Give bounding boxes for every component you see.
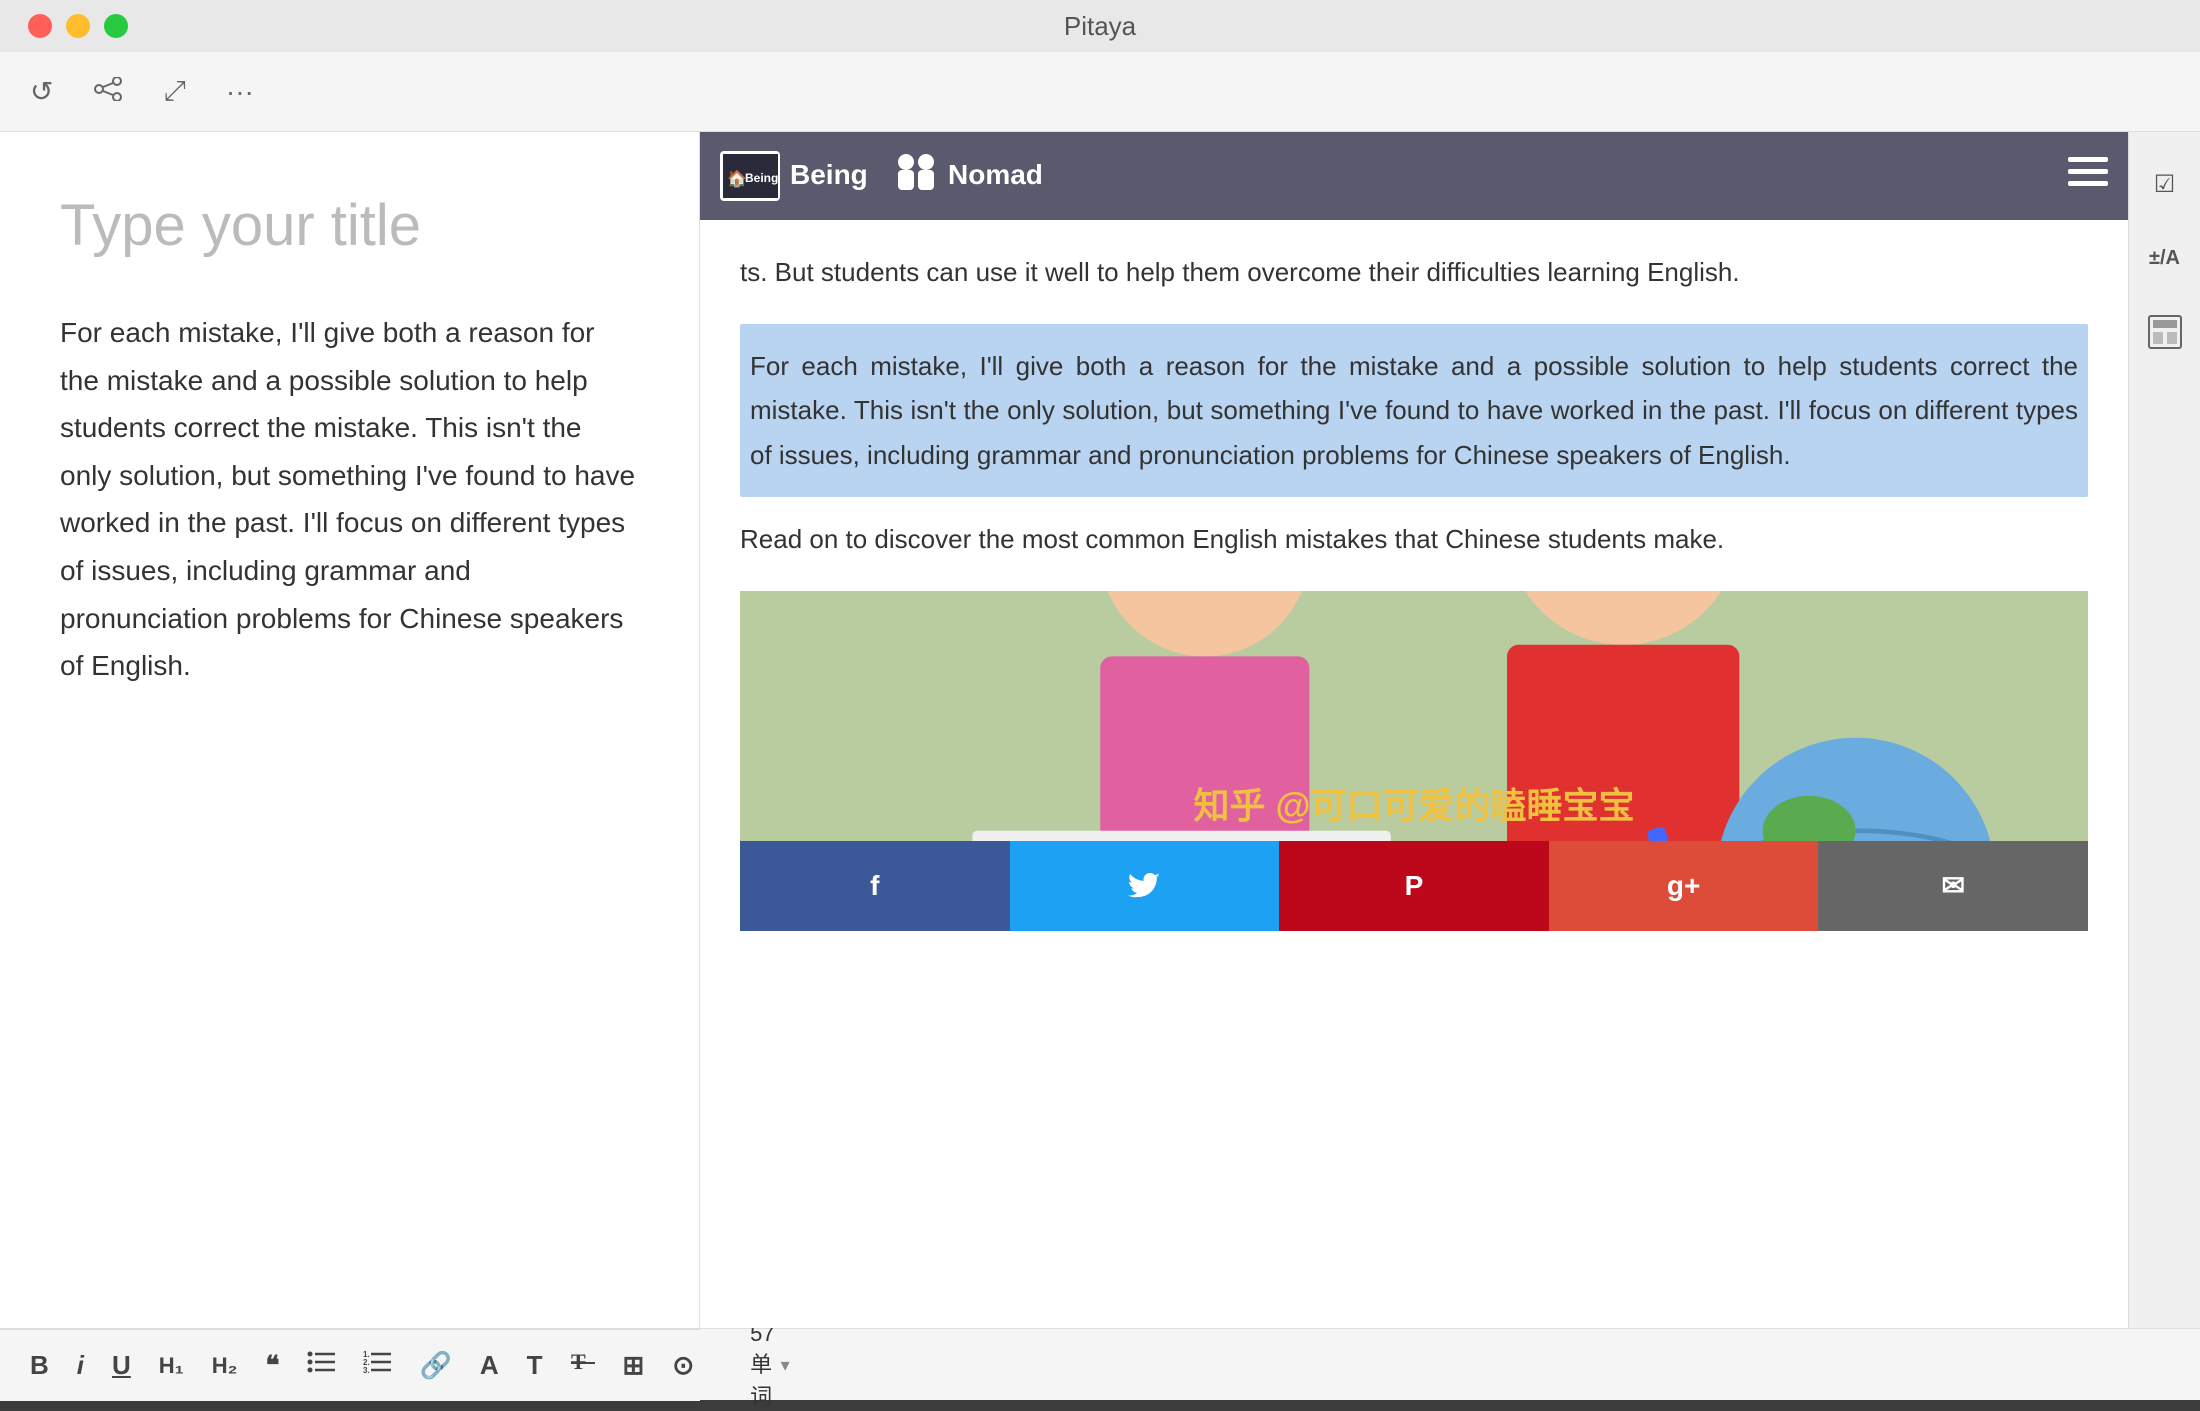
app-title: Pitaya: [1064, 11, 1136, 42]
highlighted-text: For each mistake, I'll give both a reaso…: [740, 324, 2088, 497]
hamburger-menu[interactable]: [2068, 157, 2108, 195]
read-on-text: Read on to discover the most common Engl…: [740, 517, 2088, 561]
browser-content: ts. But students can use it well to help…: [700, 220, 2128, 1188]
facebook-share[interactable]: f: [740, 841, 1010, 931]
svg-text:🏠: 🏠: [727, 170, 747, 188]
fullscreen-button[interactable]: [104, 14, 128, 38]
main-area: Type your title For each mistake, I'll g…: [0, 132, 2200, 1328]
expand-icon[interactable]: ⤢: [163, 75, 185, 108]
article-photo: 知乎 @可口可爱的瞌睡宝宝 f P g+ ✉: [740, 591, 2088, 931]
minimize-button[interactable]: [66, 14, 90, 38]
image-icon[interactable]: ⊞: [623, 1350, 645, 1381]
email-share[interactable]: ✉: [1818, 841, 2088, 931]
right-sidebar: ☑ ±/A: [2128, 132, 2200, 1328]
article-image: 知乎 @可口可爱的瞌睡宝宝 f P g+ ✉: [740, 591, 2088, 931]
svg-text:Being: Being: [745, 171, 778, 185]
word-count-number: 57 单词: [750, 1321, 774, 1411]
document-body[interactable]: For each mistake, I'll give both a reaso…: [60, 309, 639, 690]
ordered-list-icon[interactable]: 1. 2. 3.: [363, 1350, 391, 1381]
close-button[interactable]: [28, 14, 52, 38]
titlebar: Pitaya: [0, 0, 2200, 52]
word-count[interactable]: 57 单词 ▾: [750, 1321, 790, 1411]
bottom-toolbar: B i U H₁ H₂ ❝ 1. 2. 3.: [0, 1329, 700, 1401]
bold-icon[interactable]: B: [30, 1350, 49, 1381]
quote-icon[interactable]: ❝: [265, 1350, 279, 1381]
twitter-share[interactable]: [1010, 841, 1280, 931]
top-toolbar: ↺ ⤢ ···: [0, 52, 2200, 132]
social-share-bar: f P g+ ✉: [740, 841, 2088, 931]
traffic-lights: [28, 14, 128, 38]
underline-icon[interactable]: U: [112, 1350, 131, 1381]
text-color-icon[interactable]: A: [480, 1350, 499, 1381]
template-icon[interactable]: [2143, 310, 2187, 354]
link-icon[interactable]: 🔗: [419, 1350, 451, 1381]
circle-icon[interactable]: ⊙: [672, 1350, 694, 1381]
article-intro: ts. But students can use it well to help…: [740, 250, 2088, 294]
editor-panel[interactable]: Type your title For each mistake, I'll g…: [0, 132, 700, 1328]
browser-panel: 🏠 Being Being Nomad: [700, 132, 2128, 1328]
more-icon[interactable]: ···: [226, 76, 254, 108]
refresh-icon[interactable]: ↺: [30, 75, 53, 108]
checkbox-icon[interactable]: ☑: [2143, 162, 2187, 206]
svg-text:Being: Being: [790, 159, 868, 190]
svg-text:Nomad: Nomad: [948, 159, 1043, 190]
logo-icon: 🏠 Being: [720, 151, 780, 201]
watermark-text: 知乎 @可口可爱的瞌睡宝宝: [740, 775, 2088, 836]
h1-icon[interactable]: H₁: [159, 1353, 184, 1379]
document-title[interactable]: Type your title: [60, 192, 639, 259]
site-logo: 🏠 Being Being Nomad: [720, 148, 1110, 205]
share-icon[interactable]: [93, 76, 123, 108]
word-count-caret: ▾: [781, 1355, 790, 1376]
svg-text:T: T: [571, 1349, 586, 1374]
h2-icon[interactable]: H₂: [212, 1353, 238, 1379]
svg-text:3.: 3.: [363, 1366, 370, 1374]
logo-text: Being Nomad: [790, 148, 1110, 205]
format-icon[interactable]: ±/A: [2143, 236, 2187, 280]
pinterest-share[interactable]: P: [1279, 841, 1549, 931]
strikethrough-icon[interactable]: T: [571, 1349, 595, 1382]
googleplus-share[interactable]: g+: [1549, 841, 1819, 931]
browser-topbar: 🏠 Being Being Nomad: [700, 132, 2128, 220]
text-type-icon[interactable]: T: [527, 1350, 543, 1381]
bottom-area: B i U H₁ H₂ ❝ 1. 2. 3.: [0, 1328, 2200, 1400]
italic-icon[interactable]: i: [77, 1350, 84, 1381]
list-icon[interactable]: [307, 1350, 335, 1381]
